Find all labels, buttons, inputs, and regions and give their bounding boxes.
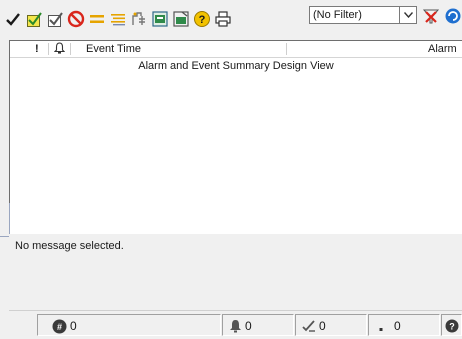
help-icon: ? [194, 11, 210, 27]
column-state[interactable] [53, 42, 66, 58]
priority-marker-icon [379, 328, 383, 331]
total-count: 0 [70, 319, 77, 333]
svg-text:?: ? [449, 322, 455, 332]
bell-icon [53, 42, 66, 54]
properties-button[interactable] [171, 8, 191, 30]
message-panel: No message selected. [9, 234, 462, 310]
unacknowledged-icon [302, 320, 315, 332]
statusbar: # 0 0 0 0 ? [9, 310, 462, 339]
sort-lines-icon [111, 14, 125, 26]
query-icon [152, 11, 168, 27]
print-button[interactable] [213, 8, 233, 30]
chevron-down-icon [403, 12, 413, 18]
column-alarm[interactable]: Alarm [428, 41, 457, 57]
column-divider[interactable] [70, 43, 71, 55]
event-grid[interactable]: ! Event Time Alarm Alarm and Event Summa… [9, 40, 462, 234]
column-divider[interactable] [48, 43, 49, 55]
message-text: No message selected. [15, 240, 124, 252]
column-event-time[interactable]: Event Time [86, 41, 141, 57]
print-icon [215, 11, 231, 27]
svg-text:?: ? [199, 14, 206, 26]
svg-text:#: # [57, 322, 62, 332]
acknowledge-all-button[interactable] [24, 8, 44, 30]
column-divider[interactable] [286, 43, 287, 55]
help-button[interactable]: ? [192, 8, 212, 30]
clear-filter-button[interactable] [421, 6, 441, 26]
acknowledge-all-icon [26, 11, 42, 27]
status-unack-cell: 0 [295, 314, 367, 336]
suppress-icon [67, 10, 85, 28]
freeze-icon [132, 12, 145, 25]
acknowledge-button[interactable] [3, 8, 23, 30]
bell-icon [230, 320, 241, 333]
column-priority[interactable]: ! [35, 41, 39, 57]
active-count: 0 [245, 319, 252, 333]
filter-select-value: (No Filter) [313, 9, 362, 21]
design-view-caption: Alarm and Event Summary Design View [138, 60, 334, 72]
unack-count: 0 [319, 319, 326, 333]
total-count-icon: # [52, 319, 67, 333]
acknowledge-selected-button[interactable] [45, 8, 65, 30]
grid-header: ! Event Time Alarm [10, 41, 462, 58]
status-total-cell: # 0 [37, 314, 221, 336]
equal-filter-icon [90, 15, 104, 23]
acknowledge-checkmark-icon [6, 13, 20, 26]
suppressed-count: 0 [394, 319, 401, 333]
suppress-button[interactable] [66, 8, 86, 30]
filter-dropdown-button[interactable] [399, 6, 417, 24]
freeze-button[interactable] [129, 8, 149, 30]
equal-filter-button[interactable] [87, 8, 107, 30]
status-suppressed-cell: 0 [368, 314, 440, 336]
acknowledge-selected-icon [47, 11, 63, 27]
splitter-tick [0, 236, 9, 237]
alarm-summary-window: ? (No Filter) ! Event Time Alarm Alarm a… [0, 0, 462, 339]
properties-icon [173, 11, 189, 27]
query-button[interactable] [150, 8, 170, 30]
clear-filter-icon [422, 9, 440, 24]
refresh-button[interactable] [443, 6, 462, 26]
filter-select[interactable]: (No Filter) [309, 6, 408, 24]
refresh-icon [445, 8, 461, 24]
help-icon: ? [445, 319, 459, 333]
status-active-cell: 0 [222, 314, 294, 336]
status-help-cell: ? [441, 314, 462, 336]
sort-button[interactable] [108, 8, 128, 30]
